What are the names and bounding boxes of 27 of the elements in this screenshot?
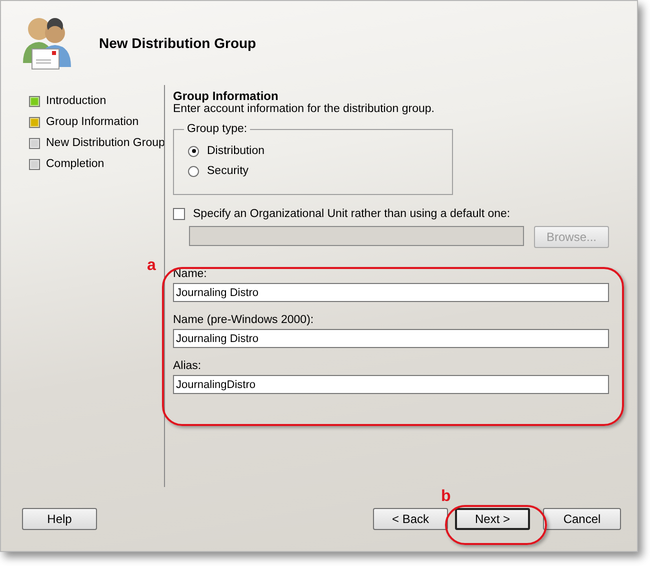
- page-description: Enter account information for the distribution group.: [173, 103, 436, 115]
- back-button[interactable]: < Back: [373, 508, 448, 530]
- step-label[interactable]: Group Information: [46, 116, 139, 128]
- window-title: New Distribution Group: [99, 35, 256, 51]
- next-button[interactable]: Next >: [455, 508, 530, 530]
- radio-label[interactable]: Security: [207, 165, 249, 177]
- step-label[interactable]: Completion: [46, 158, 104, 170]
- field-label: Alias:: [173, 360, 202, 372]
- text-field[interactable]: JournalingDistro: [173, 375, 609, 394]
- field-label: Name:: [173, 268, 207, 280]
- page-heading: Group Information: [173, 89, 280, 103]
- ou-checkbox-label[interactable]: Specify an Organizational Unit rather than using a default one:: [193, 208, 510, 220]
- callout-label: b: [441, 488, 451, 506]
- radio-label[interactable]: Distribution: [207, 145, 265, 157]
- text-field[interactable]: Journaling Distro: [173, 329, 609, 348]
- help-button[interactable]: Help: [22, 508, 97, 530]
- ou-field[interactable]: [189, 226, 524, 246]
- field-label: Name (pre-Windows 2000):: [173, 314, 314, 326]
- radio-button[interactable]: [188, 146, 199, 156]
- callout-label: a: [147, 257, 156, 275]
- cancel-button[interactable]: Cancel: [543, 508, 621, 530]
- step-label[interactable]: Introduction: [46, 95, 106, 107]
- radio-button[interactable]: [188, 166, 199, 176]
- ou-checkbox[interactable]: [173, 208, 185, 220]
- text-field[interactable]: Journaling Distro: [173, 283, 609, 302]
- group-type-label: Group type:: [186, 123, 248, 135]
- step-label[interactable]: New Distribution Group: [46, 137, 165, 149]
